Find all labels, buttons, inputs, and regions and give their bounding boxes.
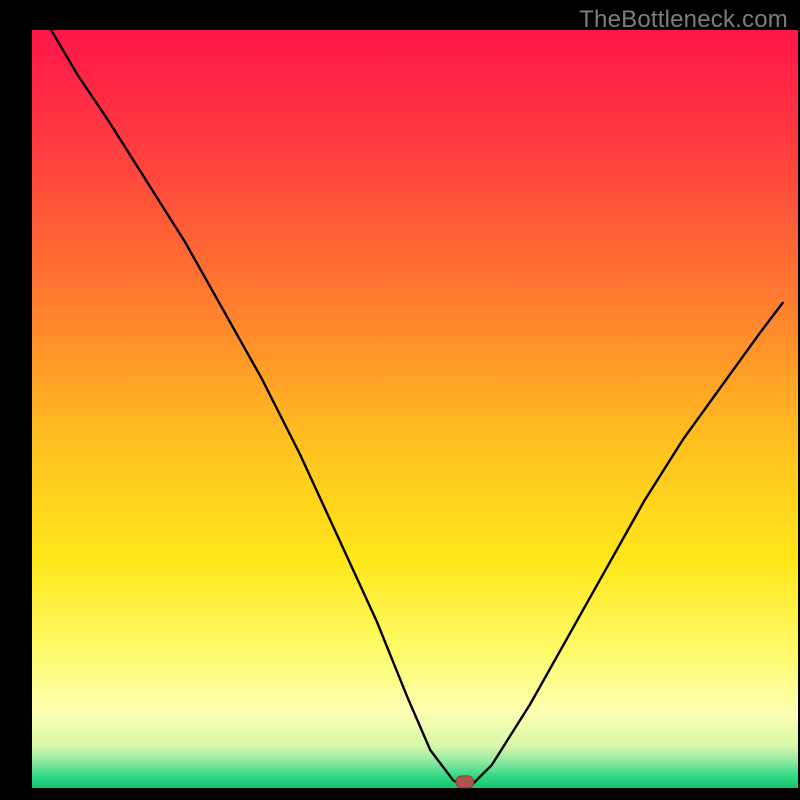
watermark-text: TheBottleneck.com: [579, 6, 788, 34]
bottleneck-chart: TheBottleneck.com: [0, 0, 800, 800]
optimal-marker: [456, 776, 474, 788]
chart-svg: [0, 0, 800, 800]
